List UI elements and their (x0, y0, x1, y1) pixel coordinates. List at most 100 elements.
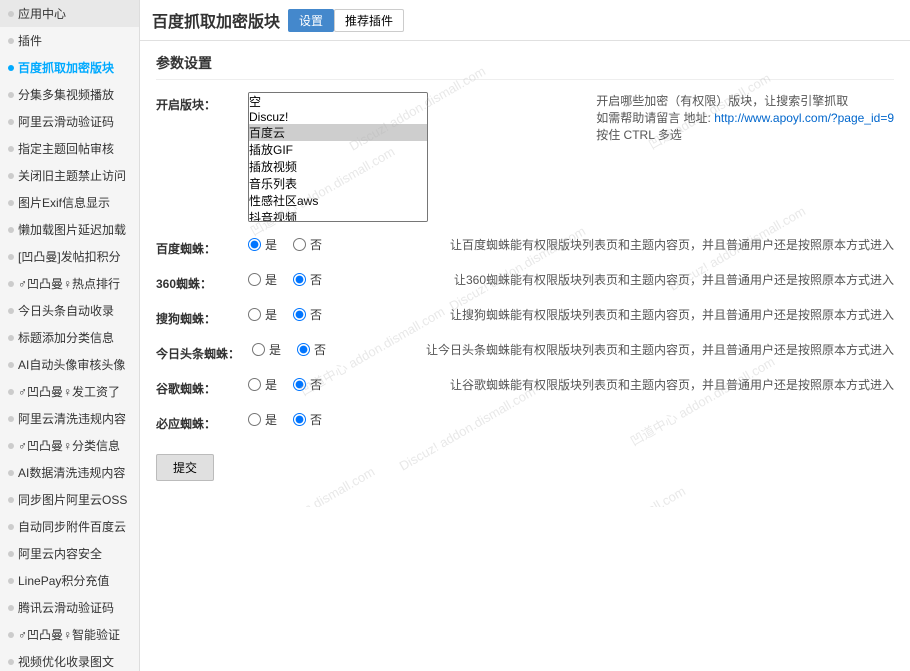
sidebar-item-19[interactable]: 自动同步附件百度云 (0, 513, 139, 540)
sidebar-label-19: 自动同步附件百度云 (18, 518, 126, 535)
sogou-spider-row: 搜狗蜘蛛： 是 否 让搜狗蜘蛛能有权限版块列表页和主题内容页，并且普通用户还是按… (156, 306, 894, 327)
sidebar-label-22: 腾讯云滑动验证码 (18, 599, 114, 616)
tab-1[interactable]: 推荐插件 (334, 9, 404, 32)
sidebar-label-4: 阿里云滑动验证码 (18, 113, 114, 130)
sidebar-item-3[interactable]: 分集多集视频播放 (0, 81, 139, 108)
360-spider-no-radio[interactable] (293, 273, 306, 286)
sogou-spider-no[interactable]: 否 (293, 306, 322, 323)
tab-0[interactable]: 设置 (288, 9, 334, 32)
sidebar-label-13: AI自动头像审核头像 (18, 356, 125, 373)
sidebar-item-5[interactable]: 指定主题回帖审核 (0, 135, 139, 162)
toutiao-spider-yes[interactable]: 是 (252, 341, 281, 358)
toutiao-spider-no[interactable]: 否 (297, 341, 326, 358)
sogou-spider-yes-radio[interactable] (248, 308, 261, 321)
enable-block-row: 开启版块： 空Discuz!百度云插放GIF插放视频音乐列表性感社区aws抖音视… (156, 92, 894, 222)
section-title: 参数设置 (156, 53, 894, 80)
bidu-spider-yes[interactable]: 是 (248, 411, 277, 428)
sogou-spider-no-radio[interactable] (293, 308, 306, 321)
google-spider-yes-radio[interactable] (248, 378, 261, 391)
google-spider-no-radio[interactable] (293, 378, 306, 391)
baidu-spider-no[interactable]: 否 (293, 236, 322, 253)
hint-line1: 开启哪些加密（有权限）版块，让搜索引擎抓取 (596, 92, 894, 109)
sidebar-dot-16 (8, 443, 14, 449)
sidebar-label-14: ♂凹凸曼♀发工资了 (18, 383, 120, 400)
baidu-spider-row: 百度蜘蛛： 是 否 让百度蜘蛛能有权限版块列表页和主题内容页，并且普通用户还是按… (156, 236, 894, 257)
sidebar-label-24: 视频优化收录图文 (18, 653, 114, 670)
submit-button[interactable]: 提交 (156, 454, 214, 481)
sidebar-dot-19 (8, 524, 14, 530)
sidebar-item-11[interactable]: 今日头条自动收录 (0, 297, 139, 324)
google-spider-label: 谷歌蜘蛛： (156, 376, 236, 397)
baidu-spider-yes-radio[interactable] (248, 238, 261, 251)
360-spider-yes[interactable]: 是 (248, 271, 277, 288)
sidebar-item-23[interactable]: ♂凹凸曼♀智能验证 (0, 621, 139, 648)
toutiao-spider-control: 是 否 (252, 341, 404, 358)
sidebar-label-2: 百度抓取加密版块 (18, 59, 114, 76)
sidebar-dot-20 (8, 551, 14, 557)
bidu-spider-label: 必应蜘蛛： (156, 411, 236, 432)
baidu-spider-no-radio[interactable] (293, 238, 306, 251)
bidu-spider-control: 是 否 (248, 411, 872, 428)
sidebar-dot-21 (8, 578, 14, 584)
watermark-text-9: 凹道中心 addon.dismall.com (626, 351, 778, 449)
sidebar-label-23: ♂凹凸曼♀智能验证 (18, 626, 120, 643)
360-spider-yes-radio[interactable] (248, 273, 261, 286)
sidebar-item-15[interactable]: 阿里云清洗违规内容 (0, 405, 139, 432)
360-spider-desc: 让360蜘蛛能有权限版块列表页和主题内容页，并且普通用户还是按照原本方式进入 (454, 271, 894, 288)
sidebar-item-4[interactable]: 阿里云滑动验证码 (0, 108, 139, 135)
sidebar-item-17[interactable]: AI数据清洗违规内容 (0, 459, 139, 486)
sidebar-label-1: 插件 (18, 32, 42, 49)
sidebar-label-6: 关闭旧主题禁止访问 (18, 167, 126, 184)
sidebar-item-12[interactable]: 标题添加分类信息 (0, 324, 139, 351)
toutiao-spider-no-radio[interactable] (297, 343, 310, 356)
baidu-spider-control: 是 否 (248, 236, 428, 253)
sidebar-item-16[interactable]: ♂凹凸曼♀分类信息 (0, 432, 139, 459)
sidebar: 应用中心插件百度抓取加密版块分集多集视频播放阿里云滑动验证码指定主题回帖审核关闭… (0, 0, 140, 671)
main-header: 百度抓取加密版块 设置推荐插件 (140, 0, 910, 41)
sidebar-label-16: ♂凹凸曼♀分类信息 (18, 437, 120, 454)
sidebar-item-13[interactable]: AI自动头像审核头像 (0, 351, 139, 378)
sidebar-item-14[interactable]: ♂凹凸曼♀发工资了 (0, 378, 139, 405)
sidebar-item-8[interactable]: 懒加载图片延迟加载 (0, 216, 139, 243)
sidebar-dot-18 (8, 497, 14, 503)
sidebar-label-11: 今日头条自动收录 (18, 302, 114, 319)
sidebar-item-7[interactable]: 图片Exif信息显示 (0, 189, 139, 216)
sidebar-item-24[interactable]: 视频优化收录图文 (0, 648, 139, 671)
toutiao-spider-radio-group: 是 否 (252, 341, 404, 358)
sidebar-item-0[interactable]: 应用中心 (0, 0, 139, 27)
bidu-spider-no-radio[interactable] (293, 413, 306, 426)
sidebar-dot-10 (8, 281, 14, 287)
sidebar-item-6[interactable]: 关闭旧主题禁止访问 (0, 162, 139, 189)
sidebar-item-20[interactable]: 阿里云内容安全 (0, 540, 139, 567)
toutiao-spider-yes-radio[interactable] (252, 343, 265, 356)
sidebar-dot-24 (8, 659, 14, 665)
sidebar-item-22[interactable]: 腾讯云滑动验证码 (0, 594, 139, 621)
content-area: Discuz! addon.dismall.com 凹道中心 addon.dis… (140, 41, 910, 507)
sidebar-item-1[interactable]: 插件 (0, 27, 139, 54)
sidebar-item-21[interactable]: LinePay积分充值 (0, 567, 139, 594)
enable-block-select[interactable]: 空Discuz!百度云插放GIF插放视频音乐列表性感社区aws抖音视频七来视频腾… (248, 92, 428, 222)
sidebar-dot-8 (8, 227, 14, 233)
sidebar-item-2[interactable]: 百度抓取加密版块 (0, 54, 139, 81)
baidu-spider-yes[interactable]: 是 (248, 236, 277, 253)
bidu-spider-radio-group: 是 否 (248, 411, 872, 428)
hint-link[interactable]: http://www.apoyl.com/?page_id=9 (714, 111, 894, 125)
sidebar-item-18[interactable]: 同步图片阿里云OSS (0, 486, 139, 513)
sidebar-dot-13 (8, 362, 14, 368)
sidebar-label-5: 指定主题回帖审核 (18, 140, 114, 157)
sidebar-dot-7 (8, 200, 14, 206)
sogou-spider-radio-group: 是 否 (248, 306, 428, 323)
sidebar-dot-11 (8, 308, 14, 314)
baidu-spider-desc: 让百度蜘蛛能有权限版块列表页和主题内容页，并且普通用户还是按照原本方式进入 (450, 236, 894, 253)
bidu-spider-yes-radio[interactable] (248, 413, 261, 426)
360-spider-no[interactable]: 否 (293, 271, 322, 288)
bidu-spider-no[interactable]: 否 (293, 411, 322, 428)
sidebar-item-9[interactable]: [凹凸曼]发帖扣积分 (0, 243, 139, 270)
enable-block-control: 空Discuz!百度云插放GIF插放视频音乐列表性感社区aws抖音视频七来视频腾… (248, 92, 574, 222)
google-spider-yes[interactable]: 是 (248, 376, 277, 393)
sidebar-dot-9 (8, 254, 14, 260)
sogou-spider-yes[interactable]: 是 (248, 306, 277, 323)
enable-block-label: 开启版块： (156, 92, 236, 113)
google-spider-no[interactable]: 否 (293, 376, 322, 393)
sidebar-item-10[interactable]: ♂凹凸曼♀热点排行 (0, 270, 139, 297)
